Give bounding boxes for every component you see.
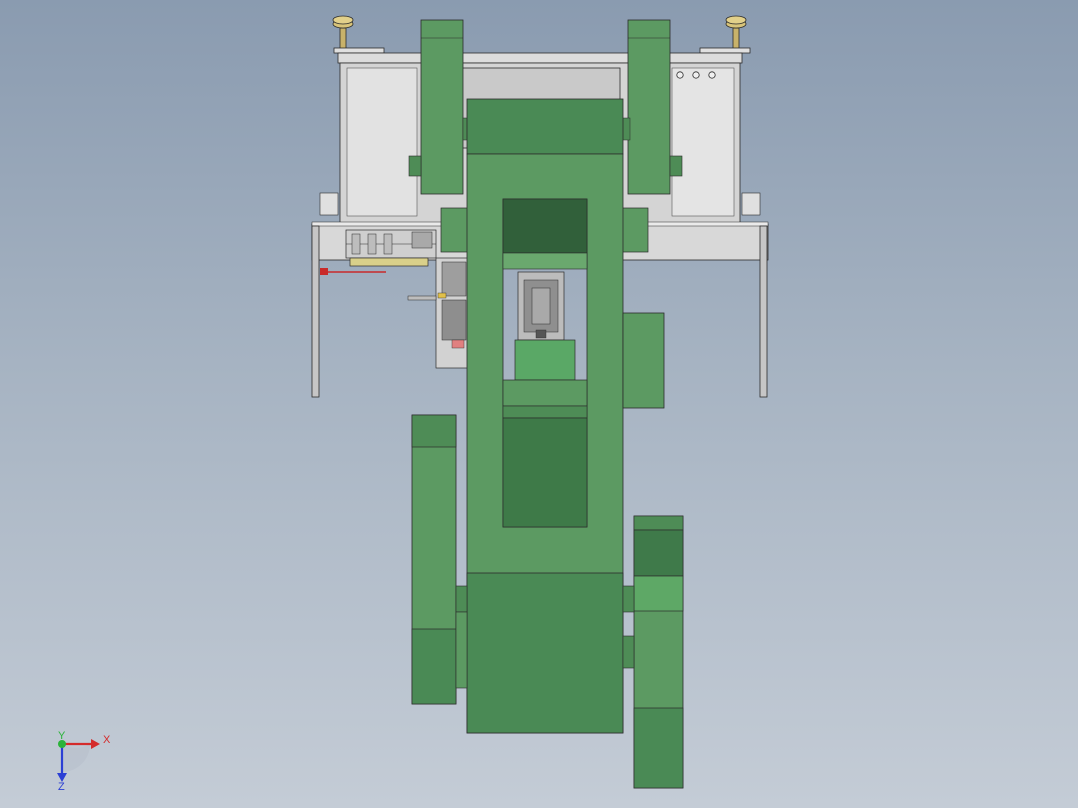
press-machine[interactable]: [408, 19, 684, 789]
cad-viewport[interactable]: X Y Z: [0, 0, 1078, 808]
leg-left: [311, 225, 320, 398]
guide-column-assembly: [407, 257, 471, 369]
cabinet-right-panel: [671, 67, 735, 217]
panel-holes: [676, 71, 716, 79]
cabinet-left-panel: [346, 67, 418, 217]
top-rail: [337, 52, 743, 64]
leveling-foot-right: [699, 15, 751, 54]
motor-box: [622, 312, 665, 409]
leg-right: [759, 225, 768, 398]
slide-block: [502, 198, 588, 254]
flywheel-right: [622, 515, 684, 789]
side-bracket-right: [741, 192, 761, 216]
press-base: [466, 572, 624, 734]
die-set: [517, 271, 565, 341]
z-axis-label: Z: [58, 781, 65, 793]
x-axis-label: X: [103, 734, 111, 746]
coordinate-triad: X Y Z: [57, 730, 111, 793]
upright-right: [627, 19, 671, 195]
bolster: [514, 339, 576, 381]
upright-left: [420, 19, 464, 195]
flywheel-left: [411, 414, 468, 705]
press-crown: [466, 98, 624, 155]
leveling-foot-left: [332, 15, 385, 54]
y-axis-label: Y: [58, 730, 66, 742]
side-bracket-left: [319, 192, 339, 216]
